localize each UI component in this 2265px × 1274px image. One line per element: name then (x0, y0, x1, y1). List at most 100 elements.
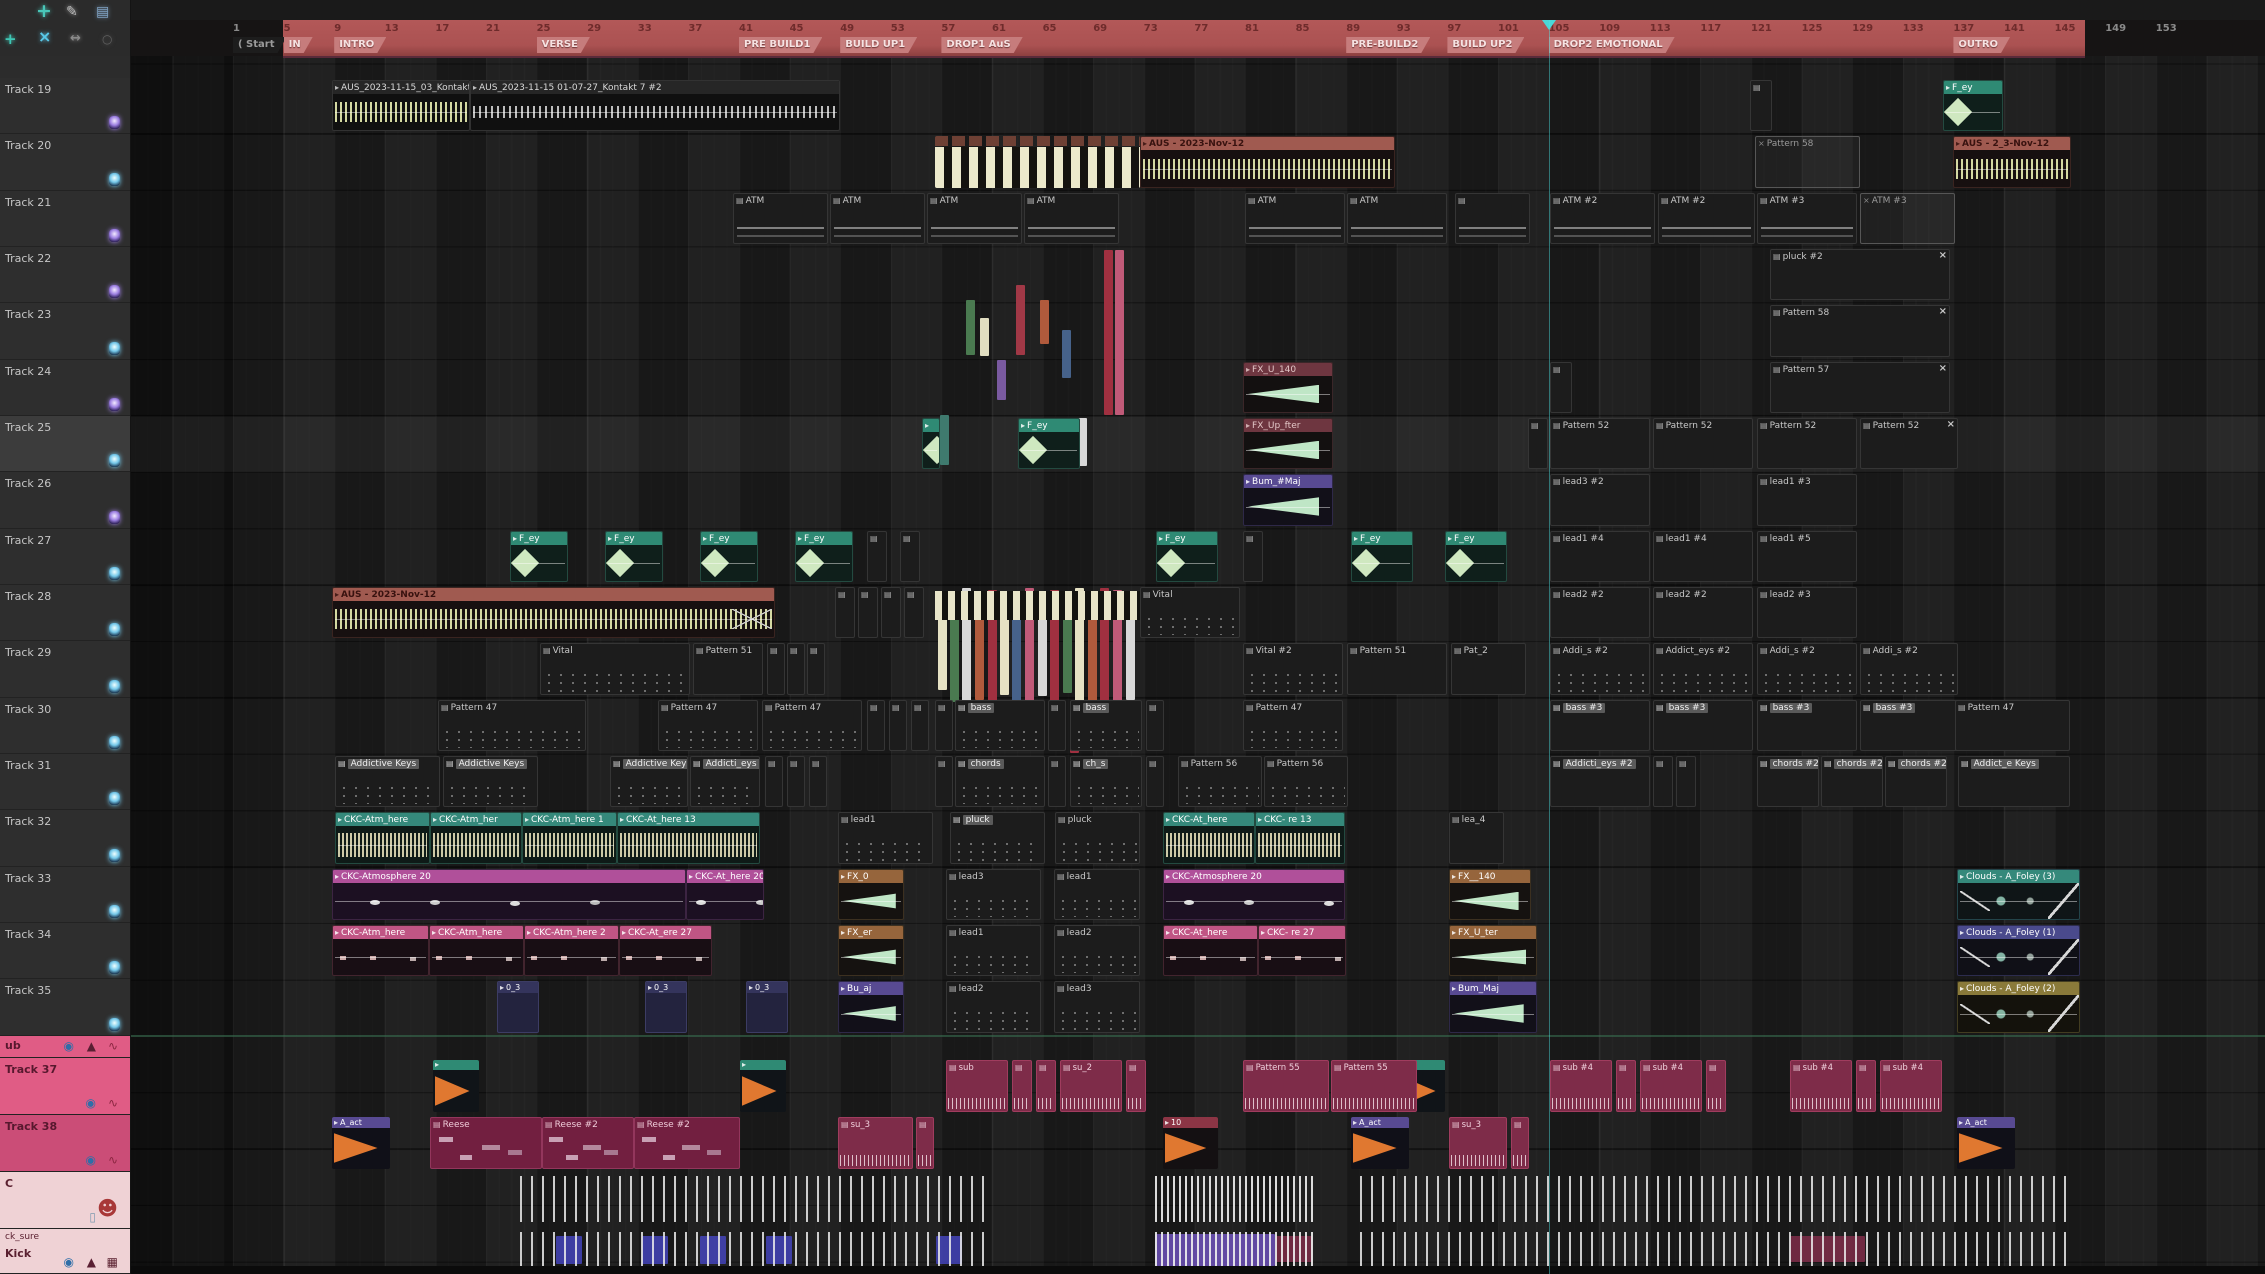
clip-sub[interactable]: ▤ (1036, 1060, 1056, 1112)
pencil-tool-icon[interactable]: ✎ (66, 3, 78, 21)
mute-x-icon[interactable]: × (1939, 306, 1947, 317)
mute-x-icon[interactable]: × (1939, 250, 1947, 261)
clip-midi[interactable]: ▤ (935, 700, 953, 751)
clip-addicti-eys-2[interactable]: ▤Addicti_eys #2 (1550, 756, 1650, 807)
marker-outro[interactable]: OUTRO (1953, 37, 2010, 53)
clip-atm-3[interactable]: ×ATM #3 (1860, 193, 1955, 244)
clip-fx-140[interactable]: ▸FX__140 (1449, 869, 1531, 920)
target-icon[interactable]: ◉ (86, 1096, 96, 1110)
clip-lead2-2[interactable]: ▤lead2 #2 (1550, 587, 1650, 638)
clip-pattern-52[interactable]: ▤Pattern 52 (1550, 418, 1650, 469)
track-header-track-30[interactable]: Track 30 (0, 698, 130, 754)
clip-aus-2023-11-15-03-kontakt-7[interactable]: ▸AUS_2023-11-15_03_Kontakt 7 # (332, 80, 470, 131)
clip-a-act[interactable]: ▸A_act (1957, 1117, 2015, 1169)
clip-ch-s[interactable]: ▤ch_s (1070, 756, 1142, 807)
clip-atm[interactable]: ▤ (1455, 193, 1530, 244)
clip-addictive-keys[interactable]: ▤Addictive Keys (335, 756, 440, 807)
clip-pattern-52[interactable]: ▤Pattern 52 (1757, 418, 1857, 469)
track-led-icon[interactable] (109, 285, 120, 298)
clip-pattern-56[interactable]: ▤Pattern 56 (1178, 756, 1262, 807)
clip-pattern-51[interactable]: ▤Pattern 51 (1347, 643, 1447, 695)
clip-atm[interactable]: ▤ATM (733, 193, 828, 244)
clip-addi-s-2[interactable]: ▤Addi_s #2 (1550, 643, 1650, 695)
clip-vital[interactable]: ▤Vital (1140, 587, 1240, 638)
marker-pre-build1[interactable]: PRE BUILD1 (739, 37, 822, 53)
track-led-icon[interactable] (109, 1018, 120, 1031)
clip-midi[interactable]: ▤ (1676, 756, 1696, 807)
clip-midi[interactable]: ▤ (1550, 362, 1572, 413)
clip-midi[interactable]: ▤ (807, 643, 825, 695)
marker-verse[interactable]: VERSE (537, 37, 590, 53)
clip-pattern-58[interactable]: ▤Pattern 58× (1770, 305, 1950, 357)
clip-pattern-47[interactable]: ▤Pattern 47 (762, 700, 862, 751)
tri-icon[interactable]: ▲ (87, 1255, 96, 1269)
clip-midi[interactable]: ▤ (809, 756, 827, 807)
track-led-icon[interactable] (109, 342, 120, 355)
track-led-icon[interactable] (109, 623, 120, 636)
clip-lead2[interactable]: ▤lead2 (946, 981, 1041, 1033)
clip-ckc-at-here-13[interactable]: ▸CKC-At_here 13 (617, 812, 760, 864)
clip-aus-2023-nov-12[interactable]: ▸AUS - 2023-Nov-12 (1140, 136, 1395, 188)
clip-f-ey[interactable]: ▸F_ey (605, 531, 663, 582)
track-led-icon[interactable] (109, 116, 120, 129)
clip-su-3[interactable]: ▤su_3 (1449, 1117, 1507, 1169)
clip-clouds-a-foley-1[interactable]: ▸Clouds - A_Foley (1) (1957, 925, 2080, 976)
clip-lead1[interactable]: ▤lead1 (946, 925, 1041, 976)
clip-midi[interactable]: ▤ (765, 756, 783, 807)
clip-pattern-56[interactable]: ▤Pattern 56 (1264, 756, 1348, 807)
track-header-track-29[interactable]: Track 29 (0, 641, 130, 698)
clip-f-ey[interactable]: ▸F_ey (700, 531, 758, 582)
clip-fx-0[interactable]: ▸FX_0 (838, 869, 904, 920)
clip-aus-2023-11-15-01-07-27-kontakt-7-2[interactable]: ▸AUS_2023-11-15 01-07-27_Kontakt 7 #2 (470, 80, 840, 131)
clip-fx-up-fter[interactable]: ▸FX_Up_fter (1243, 418, 1333, 469)
clip-impact-teal[interactable]: ▸ (433, 1060, 479, 1112)
clip-ckc-atm-here-1[interactable]: ▸CKC-Atm_here 1 (522, 812, 617, 864)
clip-su-3[interactable]: ▤su_3 (838, 1117, 913, 1169)
marker-intro[interactable]: INTRO (334, 37, 386, 53)
clip-midi[interactable]: ▤ (1048, 700, 1066, 751)
track-header-track-26[interactable]: Track 26 (0, 472, 130, 529)
track-header-track-19[interactable]: Track 19 (0, 78, 130, 134)
clip-vital-2[interactable]: ▤Vital #2 (1243, 643, 1343, 695)
clip-atm-2[interactable]: ▤ATM #2 (1550, 193, 1655, 244)
marker-build-up2[interactable]: BUILD UP2 (1447, 37, 1524, 53)
clip-sub-4[interactable]: ▤sub #4 (1640, 1060, 1702, 1112)
track-header-track-28[interactable]: Track 28 (0, 585, 130, 641)
slip-tool-icon[interactable]: ↔ (70, 30, 81, 48)
track-header-track-27[interactable]: Track 27 (0, 529, 130, 585)
clip-aus-2023-nov-12[interactable]: ▸AUS - 2023-Nov-12 (332, 587, 775, 638)
clip-clouds-a-foley-2[interactable]: ▸Clouds - A_Foley (2) (1957, 981, 2080, 1033)
timeline-ruler[interactable]: 1591317212529333741454953576165697377818… (130, 20, 2265, 56)
clip-bass-3[interactable]: ▤bass #3 (1757, 700, 1857, 751)
clip-bass-3[interactable]: ▤bass #3 (1653, 700, 1753, 751)
clip-lead1-4[interactable]: ▤lead1 #4 (1550, 531, 1650, 582)
clip-ckc-re-13[interactable]: ▸CKC- re 13 (1255, 812, 1345, 864)
clip-midi[interactable]: ▤ (1750, 80, 1772, 131)
clip-ckc-re-27[interactable]: ▸CKC- re 27 (1258, 925, 1346, 976)
clip-lea-4[interactable]: ▤lea_4 (1449, 812, 1504, 864)
panel-icon[interactable]: ▯ (89, 1210, 96, 1224)
clip-ckc-atm-here-2[interactable]: ▸CKC-Atm_here 2 (524, 925, 619, 976)
clip-lead1-4[interactable]: ▤lead1 #4 (1653, 531, 1753, 582)
clip-fx-er[interactable]: ▸FX_er (838, 925, 904, 976)
clip-midi[interactable]: ▤ (1653, 756, 1673, 807)
track-header-track-34[interactable]: Track 34 (0, 923, 130, 979)
mute-x-icon[interactable]: × (1947, 419, 1955, 430)
track-led-icon[interactable] (109, 229, 120, 242)
clip-fx-u-140[interactable]: ▸FX_U_140 (1243, 362, 1333, 413)
clip-aus-2-3-nov-12[interactable]: ▸AUS - 2_3-Nov-12 (1953, 136, 2071, 188)
clip-impact-teal[interactable]: ▸ (740, 1060, 786, 1112)
clip-atm-2[interactable]: ▤ATM #2 (1658, 193, 1755, 244)
clip-addi-s-2[interactable]: ▤Addi_s #2 (1860, 643, 1958, 695)
track-led-icon[interactable] (109, 173, 120, 186)
track-header-kick[interactable]: ck_sureKick▦▲◉ (0, 1229, 130, 1274)
clip-f-ey[interactable]: ▸F_ey (1943, 80, 2003, 131)
clip-midi[interactable]: ▤ (889, 700, 907, 751)
track-header-track-24[interactable]: Track 24 (0, 360, 130, 416)
track-led-icon[interactable] (109, 567, 120, 580)
clip-addict-e-keys[interactable]: ▤Addict_e Keys (1958, 756, 2070, 807)
clip-pattern-52[interactable]: ▤Pattern 52 (1653, 418, 1753, 469)
clip-atm[interactable]: ▤ATM (927, 193, 1022, 244)
track-header-track-20[interactable]: Track 20 (0, 134, 130, 191)
clip-ckc-at-ere-27[interactable]: ▸CKC-At_ere 27 (619, 925, 712, 976)
